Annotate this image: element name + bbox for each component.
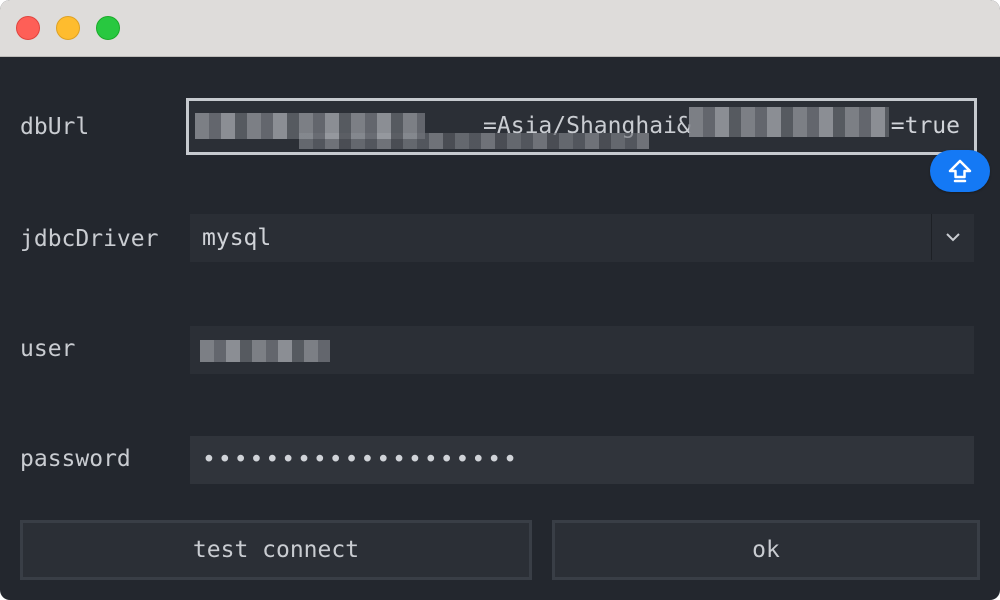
title-bar [0,0,1000,57]
redacted-blur [689,107,889,137]
password-input[interactable]: •••••••••••••••••••• [190,436,974,484]
user-input[interactable] [190,326,974,374]
test-connect-button[interactable]: test connect [20,520,532,580]
arrow-up-icon [948,159,972,183]
jdbc-driver-value: mysql [202,225,272,251]
dburl-input[interactable]: =Asia/Shanghai& =true [186,98,977,155]
dialog-window: dbUrl =Asia/Shanghai& =true jdbcDriver my… [0,0,1000,600]
ok-button[interactable]: ok [552,520,980,580]
upload-button[interactable] [930,150,990,192]
password-value: •••••••••••••••••••• [202,447,519,473]
jdbc-driver-label: jdbcDriver [20,226,159,252]
redacted-blur [200,340,330,362]
minimize-window-button[interactable] [56,16,80,40]
close-window-button[interactable] [16,16,40,40]
zoom-window-button[interactable] [96,16,120,40]
dburl-label: dbUrl [20,114,90,140]
chevron-down-icon[interactable] [931,214,974,260]
redacted-blur [299,133,649,149]
dburl-tail-text: =true [890,113,960,139]
password-label: password [20,446,131,472]
jdbc-driver-select[interactable]: mysql [190,214,974,262]
user-label: user [20,336,76,362]
